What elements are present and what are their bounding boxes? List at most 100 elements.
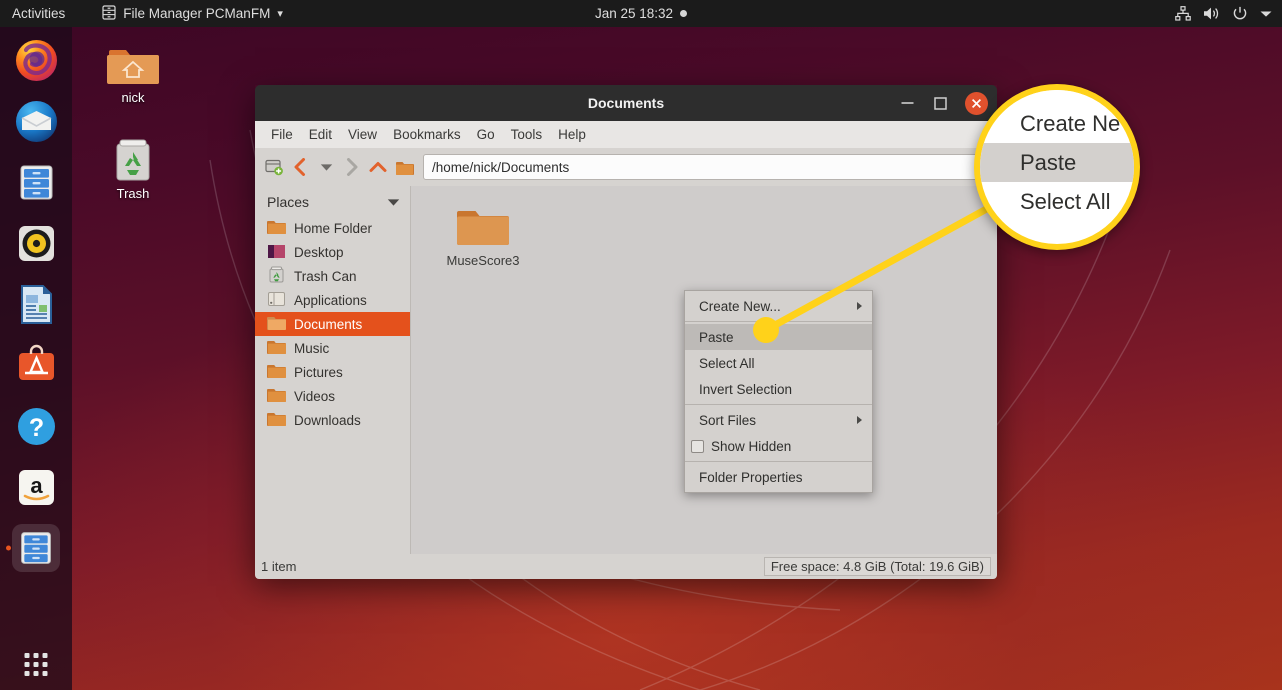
libreoffice-writer-icon <box>20 284 52 324</box>
desktop-icon-home[interactable]: nick <box>88 32 178 105</box>
firefox-icon <box>15 39 57 81</box>
dock-item-firefox[interactable] <box>12 36 60 84</box>
context-menu-item-label: Select All <box>699 355 755 371</box>
places-header-label: Places <box>267 194 310 210</box>
folder-icon <box>267 315 286 334</box>
show-applications-button[interactable] <box>24 653 48 676</box>
sidebar-item-label: Pictures <box>294 364 343 380</box>
context-menu-item-create-new[interactable]: Create New... <box>685 293 872 319</box>
menu-separator <box>685 461 872 462</box>
sidebar-item-pictures[interactable]: Pictures <box>255 360 410 384</box>
menu-tools[interactable]: Tools <box>503 124 551 145</box>
dock-item-pcmanfm[interactable] <box>12 524 60 572</box>
up-icon[interactable] <box>365 153 391 181</box>
toolbar: /home/nick/Documents <box>255 148 997 186</box>
magnified-item-label: Create Ne <box>1020 110 1121 136</box>
dock-item-help[interactable]: ? <box>12 402 60 450</box>
folder-icon <box>267 411 286 430</box>
menu-bookmarks[interactable]: Bookmarks <box>385 124 469 145</box>
path-input[interactable]: /home/nick/Documents <box>423 154 991 180</box>
sidebar-item-label: Trash Can <box>294 268 357 284</box>
folder-icon <box>267 339 286 358</box>
dock-item-amazon[interactable]: a <box>12 463 60 511</box>
sidebar-item-applications[interactable]: Applications <box>255 288 410 312</box>
folder-icon <box>433 200 533 248</box>
dock-item-rhythmbox[interactable] <box>12 219 60 267</box>
app-menu-label: File Manager PCManFM <box>123 6 271 21</box>
menu-edit[interactable]: Edit <box>301 124 340 145</box>
magnifier-content: Create Ne Paste Select All <box>980 90 1134 244</box>
chevron-down-icon[interactable] <box>387 194 400 210</box>
places-header[interactable]: Places <box>255 190 410 216</box>
context-menu-item-invert-selection[interactable]: Invert Selection <box>685 376 872 402</box>
volume-icon[interactable] <box>1203 6 1220 21</box>
sidebar-item-desktop[interactable]: Desktop <box>255 240 410 264</box>
forward-icon <box>339 153 365 181</box>
context-menu-item-paste[interactable]: Paste <box>685 324 872 350</box>
activities-button[interactable]: Activities <box>12 6 65 21</box>
magnified-item-label: Select All <box>1020 188 1111 214</box>
files-icon <box>20 165 52 199</box>
sidebar-item-label: Applications <box>294 292 367 308</box>
magnifier-callout: Create Ne Paste Select All <box>974 84 1140 250</box>
context-menu-item-label: Paste <box>699 329 734 345</box>
maximize-button[interactable] <box>932 95 949 112</box>
minimize-button[interactable] <box>899 95 916 112</box>
sidebar-item-music[interactable]: Music <box>255 336 410 360</box>
menu-separator <box>685 404 872 405</box>
submenu-arrow-icon <box>857 416 862 424</box>
file-item-musescore3[interactable]: MuseScore3 <box>433 200 533 268</box>
menu-go[interactable]: Go <box>469 124 503 145</box>
folder-icon <box>267 387 286 406</box>
sidebar-item-label: Music <box>294 340 330 356</box>
sidebar-item-label: Videos <box>294 388 336 404</box>
system-indicators[interactable] <box>1175 0 1272 27</box>
sidebar-item-home-folder[interactable]: Home Folder <box>255 216 410 240</box>
context-menu-item-sort-files[interactable]: Sort Files <box>685 407 872 433</box>
sidebar-item-documents[interactable]: Documents <box>255 312 410 336</box>
chevron-down-icon[interactable] <box>1260 10 1272 18</box>
dock-item-thunderbird[interactable] <box>12 97 60 145</box>
new-tab-icon[interactable] <box>261 153 287 181</box>
dock-item-ubuntu-software[interactable] <box>12 341 60 389</box>
sidebar-item-videos[interactable]: Videos <box>255 384 410 408</box>
sidebar-item-label: Documents <box>294 316 363 332</box>
dock-item-files[interactable] <box>12 158 60 206</box>
ubuntu-software-icon <box>18 344 54 380</box>
folder-icon <box>267 219 286 238</box>
trash-icon <box>88 128 178 182</box>
desktop-icon-trash[interactable]: Trash <box>88 128 178 201</box>
home-icon[interactable] <box>391 153 417 181</box>
sidebar-item-label: Home Folder <box>294 220 373 236</box>
magnified-item-create-new: Create Ne <box>980 104 1134 143</box>
context-menu-item-select-all[interactable]: Select All <box>685 350 872 376</box>
dock-item-libreoffice-writer[interactable] <box>12 280 60 328</box>
back-icon[interactable] <box>287 153 313 181</box>
desktop-icon <box>267 243 286 262</box>
window-body: Places Home Folder Desktop Trash Can App… <box>255 186 997 554</box>
magnified-item-select-all: Select All <box>980 182 1134 221</box>
magnifier-top-pad <box>980 90 1134 104</box>
sidebar-item-downloads[interactable]: Downloads <box>255 408 410 432</box>
context-menu: Create New... Paste Select All Invert Se… <box>684 290 873 493</box>
menu-file[interactable]: File <box>263 124 301 145</box>
context-menu-item-show-hidden[interactable]: Show Hidden <box>685 433 872 459</box>
context-menu-item-label: Create New... <box>699 298 781 314</box>
magnified-item-label: Paste <box>1020 149 1077 175</box>
window-titlebar[interactable]: Documents <box>255 85 997 121</box>
window-buttons <box>899 85 988 121</box>
home-folder-icon <box>88 32 178 86</box>
menu-view[interactable]: View <box>340 124 385 145</box>
app-menu-button[interactable]: File Manager PCManFM ▾ <box>102 4 283 23</box>
sidebar-item-label: Desktop <box>294 244 344 260</box>
power-icon[interactable] <box>1232 6 1248 21</box>
places-sidebar: Places Home Folder Desktop Trash Can App… <box>255 186 411 554</box>
sidebar-item-trash-can[interactable]: Trash Can <box>255 264 410 288</box>
history-dropdown-icon[interactable] <box>313 153 339 181</box>
file-manager-icon <box>102 4 116 23</box>
menu-help[interactable]: Help <box>550 124 594 145</box>
context-menu-item-folder-properties[interactable]: Folder Properties <box>685 464 872 490</box>
show-hidden-checkbox[interactable] <box>691 439 704 453</box>
thunderbird-icon <box>15 100 57 142</box>
network-icon[interactable] <box>1175 6 1191 21</box>
